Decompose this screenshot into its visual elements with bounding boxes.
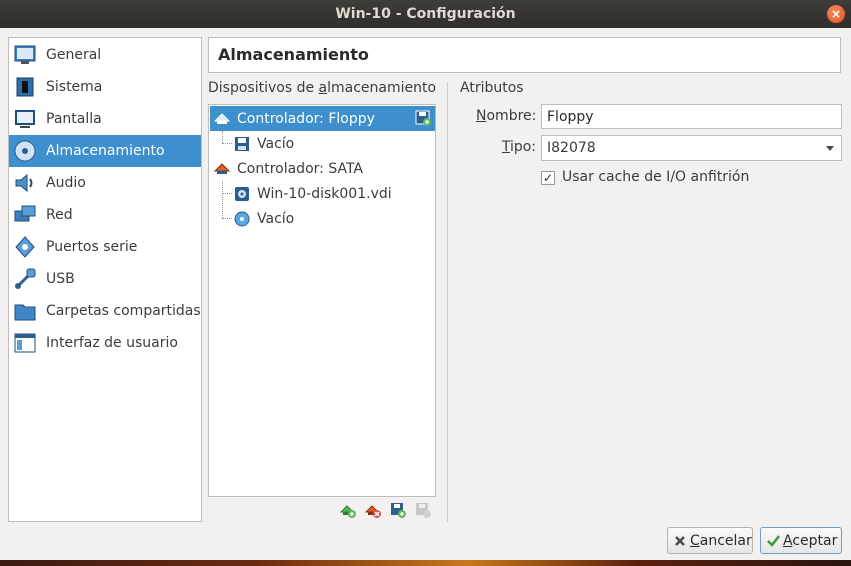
type-select-value: I82078 [547,140,596,156]
tree-item-hard-disk[interactable]: Win-10-disk001.vdi [210,181,435,206]
ui-icon [13,331,37,355]
checkmark-icon [766,534,780,548]
type-label: Tipo: [501,139,536,155]
window-titlebar: Win-10 - Configuración × [0,0,851,28]
storage-tree[interactable]: Controlador: Floppy Vacío Controlador: S… [208,104,436,497]
chevron-down-icon [826,146,834,151]
settings-sidebar: General Sistema Pantalla Almacenamiento … [8,37,202,522]
display-icon [13,107,37,131]
remove-controller-icon[interactable] [364,502,381,518]
page-title: Almacenamiento [208,37,841,73]
floppy-controller-icon [213,111,231,127]
host-io-cache-checkbox[interactable]: ✓ [541,171,555,185]
cancel-x-icon [673,534,687,548]
system-chip-icon [13,75,37,99]
desktop-background [0,560,851,566]
add-attachment-icon[interactable] [390,502,406,518]
sata-controller-icon [213,161,231,177]
tree-item-optical-empty[interactable]: Vacío [210,206,435,231]
tree-connector [222,193,232,194]
name-field[interactable] [541,104,842,129]
sidebar-item-storage[interactable]: Almacenamiento [9,135,201,167]
remove-attachment-icon[interactable] [415,502,431,518]
name-label: Nombre: [476,108,537,124]
panel-divider [447,82,448,522]
close-icon[interactable]: × [827,5,845,23]
sidebar-item-audio[interactable]: Audio [9,167,201,199]
floppy-disk-icon [234,136,250,152]
sidebar-item-usb[interactable]: USB [9,263,201,295]
tree-connector [222,181,223,218]
cancel-button-label: Cancelar [690,532,752,549]
optical-disk-icon [234,211,250,227]
sidebar-item-serial-ports[interactable]: Puertos serie [9,231,201,263]
sidebar-item-general[interactable]: General [9,39,201,71]
network-icon [13,203,37,227]
usb-icon [13,267,37,291]
settings-window: General Sistema Pantalla Almacenamiento … [0,28,851,566]
window-title: Win-10 - Configuración [335,6,516,22]
attributes-label: Atributos [460,80,524,96]
sidebar-item-shared-folders[interactable]: Carpetas compartidas [9,295,201,327]
tree-connector [222,131,223,143]
storage-devices-label: Dispositivos de almacenamiento [208,80,437,96]
accept-button[interactable]: Aceptar [760,527,842,554]
hard-disk-icon [234,186,250,202]
tree-item-sata-controller[interactable]: Controlador: SATA [210,156,435,181]
accept-button-label: Aceptar [783,532,838,549]
general-icon [13,43,37,67]
tree-item-floppy-controller[interactable]: Controlador: Floppy [210,106,435,131]
folder-icon [13,299,37,323]
serial-port-icon [13,235,37,259]
sidebar-item-system[interactable]: Sistema [9,71,201,103]
add-floppy-icon[interactable] [415,110,431,126]
sidebar-item-display[interactable]: Pantalla [9,103,201,135]
add-controller-icon[interactable] [339,502,356,518]
storage-icon [13,139,37,163]
tree-connector [222,218,232,219]
host-io-cache-label: Usar cache de I/O anfitrión [562,169,750,185]
tree-item-floppy-empty[interactable]: Vacío [210,131,435,156]
tree-connector [222,143,232,144]
speaker-icon [13,171,37,195]
sidebar-item-network[interactable]: Red [9,199,201,231]
cancel-button[interactable]: Cancelar [667,527,753,554]
tree-toolbar [339,502,431,518]
type-select[interactable]: I82078 [541,135,842,161]
sidebar-item-user-interface[interactable]: Interfaz de usuario [9,327,201,359]
